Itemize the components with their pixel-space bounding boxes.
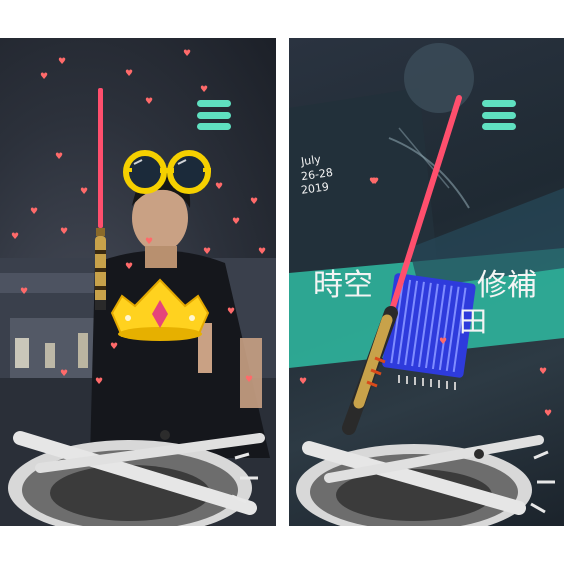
camera-view-right: July 26-28 2019 時空 修補 田 ♥ ♥ ♥ ♥ ♥ ♥ (289, 38, 564, 526)
hamburger-menu-icon[interactable] (482, 100, 516, 130)
poster-date-month: July (300, 152, 322, 169)
turntable-overlay (296, 435, 555, 526)
camera-view-left: ♥ ♥ ♥ ♥ ♥ ♥ ♥ ♥ ♥ ♥ ♥ ♥ ♥ ♥ ♥ ♥ ♥ ♥ ♥ ♥ ♥ ♥ ♥ ♥ (0, 38, 276, 526)
hamburger-menu-icon[interactable] (197, 100, 231, 130)
poster-title-part3: 田 (459, 305, 488, 338)
poster-title-part1: 時空 (313, 268, 373, 303)
lightsaber-effect (95, 88, 106, 310)
turntable-overlay (8, 430, 265, 526)
poster-title-part2: 修補 (477, 268, 537, 303)
left-scene (0, 88, 276, 526)
